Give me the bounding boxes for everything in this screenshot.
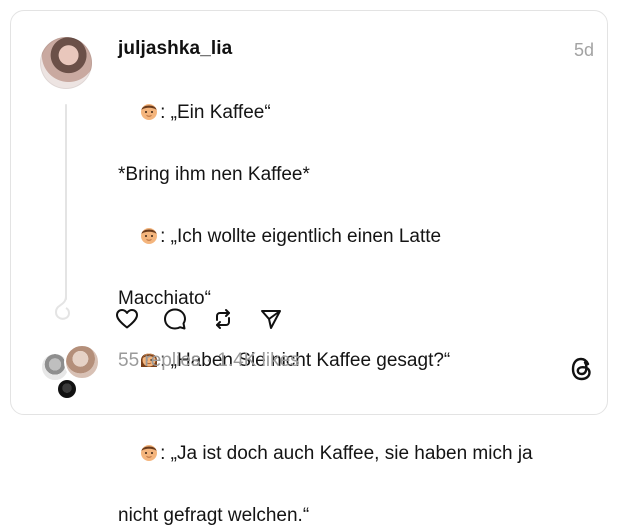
post-actions bbox=[114, 306, 284, 332]
man-emoji-icon bbox=[141, 228, 158, 244]
replies-count[interactable]: 55 replies bbox=[118, 350, 200, 371]
post-body: : „Ein Kaffee“ *Bring ihm nen Kaffee* : … bbox=[118, 66, 598, 531]
post-line: : „Ich wollte eigentlich einen Latte bbox=[118, 190, 598, 283]
reply-avatars[interactable] bbox=[38, 344, 102, 402]
post-line: nicht gefragt welchen.“ bbox=[118, 505, 310, 526]
author-username[interactable]: juljashka_lia bbox=[118, 38, 232, 60]
post-line: : „Ein Kaffee“ bbox=[118, 66, 598, 159]
thread-line bbox=[65, 104, 67, 300]
comment-icon[interactable] bbox=[162, 306, 188, 332]
thread-loop-icon bbox=[54, 296, 70, 320]
likes-count[interactable]: 1.4K likes bbox=[217, 350, 299, 371]
post-line: : „Ja ist doch auch Kaffee, sie haben mi… bbox=[118, 407, 598, 500]
stats-separator: · bbox=[200, 350, 218, 371]
share-icon[interactable] bbox=[258, 306, 284, 332]
reply-avatar bbox=[56, 378, 78, 400]
man-emoji-icon bbox=[141, 445, 158, 461]
threads-logo-icon[interactable] bbox=[568, 355, 596, 383]
heart-icon[interactable] bbox=[114, 306, 140, 332]
post-stats[interactable]: 55 replies · 1.4K likes bbox=[118, 350, 300, 372]
repost-icon[interactable] bbox=[210, 306, 236, 332]
post-line: *Bring ihm nen Kaffee* bbox=[118, 164, 310, 185]
reply-avatar bbox=[64, 344, 100, 380]
author-avatar[interactable] bbox=[40, 37, 92, 89]
post-timestamp[interactable]: 5d bbox=[574, 40, 594, 61]
man-emoji-icon bbox=[141, 104, 158, 120]
